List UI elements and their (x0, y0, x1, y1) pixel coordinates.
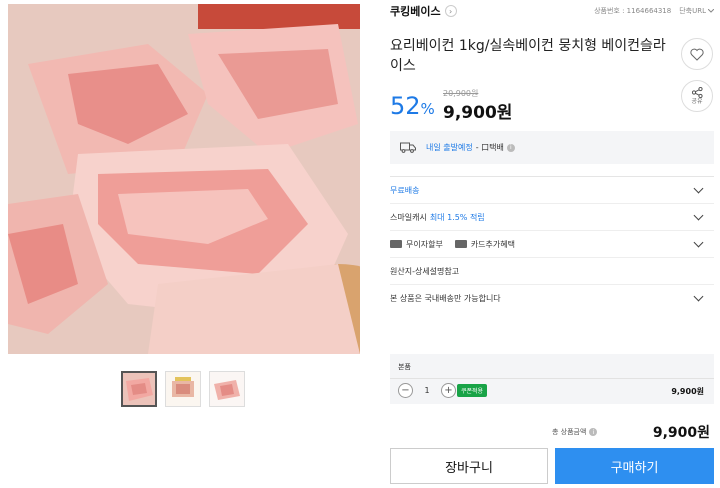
store-chevron-icon[interactable]: › (444, 5, 457, 17)
option-divider (390, 378, 714, 379)
thumbnail-strip (121, 371, 245, 407)
chevron-down-icon (693, 183, 704, 194)
discount-rate-value: 52 (390, 92, 421, 120)
option-price: 9,900원 (671, 387, 704, 396)
info-icon[interactable]: i (506, 143, 515, 152)
short-url-label: 단축URL (679, 7, 706, 15)
plus-button[interactable]: + (441, 383, 456, 398)
free-shipping-row[interactable]: 무료배송 (390, 176, 714, 203)
thumbnail-2[interactable] (165, 371, 201, 407)
wishlist-button[interactable] (681, 38, 713, 70)
share-button[interactable]: 공유 (681, 80, 713, 112)
product-meta: 상품번호 : 1164664318 단축URL (594, 6, 714, 16)
store-name-link[interactable]: 쿠킹베이스 (390, 3, 441, 19)
card-benefit-label: 카드추가혜택 (470, 239, 515, 249)
chevron-down-icon (693, 291, 704, 302)
thumbnail-2-image (166, 372, 200, 406)
smile-cash-label: 스마일캐시 (390, 212, 427, 222)
share-label: 공유 (691, 98, 703, 105)
bacon-photo (8, 4, 360, 354)
total-label-wrap: 총 상품금액 i (552, 427, 598, 437)
origin-row: 원산지-상세설명참고 (390, 257, 714, 284)
thumbnail-3[interactable] (209, 371, 245, 407)
total-label: 총 상품금액 (552, 428, 587, 436)
chevron-down-icon (693, 210, 704, 221)
selected-option: 본품 − 1 + 쿠폰적용 9,900원 (390, 354, 714, 404)
chevron-down-icon (708, 9, 714, 13)
thumbnail-1-image (123, 373, 155, 405)
quantity-stepper: − 1 + (398, 383, 456, 398)
smile-cash-row[interactable]: 스마일캐시 최대 1.5% 적립 (390, 203, 714, 230)
domestic-shipping-row[interactable]: 본 상품은 국내배송만 가능합니다 (390, 284, 714, 311)
delivery-info: 내일 출발예정 - 口택배 i (390, 131, 714, 164)
sale-price: 9,900원 (443, 103, 513, 123)
share-icon (691, 87, 703, 98)
chevron-down-icon (693, 237, 704, 248)
card-icon (390, 240, 402, 248)
buy-now-button[interactable]: 구매하기 (555, 448, 714, 484)
card-benefit-row[interactable]: 무이자할부 카드추가혜택 (390, 230, 714, 257)
domestic-shipping-label: 본 상품은 국내배송만 가능합니다 (390, 293, 501, 303)
truck-icon (400, 142, 416, 153)
short-url-button[interactable]: 단축URL (679, 6, 714, 16)
main-product-photo (8, 4, 360, 354)
delivery-method: - 口택배 (475, 143, 504, 152)
thumbnail-3-image (210, 372, 244, 406)
delivery-date: 내일 출발예정 (426, 143, 473, 152)
smile-cash-rate: 최대 1.5% 적립 (429, 212, 485, 222)
installment-label: 무이자할부 (406, 239, 443, 249)
discount-rate: 52% (390, 92, 435, 120)
card-icon (454, 240, 467, 248)
discount-rate-unit: % (420, 100, 435, 118)
option-name: 본품 (398, 363, 411, 371)
minus-button[interactable]: − (398, 383, 413, 398)
origin-label: 원산지-상세설명참고 (390, 266, 460, 276)
total-price: 9,900원 (652, 425, 710, 441)
coupon-badge[interactable]: 쿠폰적용 (457, 384, 488, 397)
benefit-list: 무료배송 스마일캐시 최대 1.5% 적립 무이자할부 카드추가혜택 원산지-상… (390, 176, 714, 311)
add-to-cart-button[interactable]: 장바구니 (390, 448, 548, 484)
quantity-value[interactable]: 1 (423, 386, 431, 395)
info-icon[interactable]: i (589, 428, 598, 436)
product-number: 상품번호 : 1164664318 (594, 7, 672, 15)
store-row: 쿠킹베이스 › 상품번호 : 1164664318 단축URL (390, 2, 714, 20)
thumbnail-1[interactable] (121, 371, 157, 407)
total-price-row: 총 상품금액 i 9,900원 (390, 422, 714, 442)
free-shipping-label: 무료배송 (390, 185, 420, 195)
heart-icon (690, 48, 704, 61)
product-title: 요리베이컨 1kg/실속베이컨 뭉치형 베이컨슬라이스 (390, 38, 666, 74)
